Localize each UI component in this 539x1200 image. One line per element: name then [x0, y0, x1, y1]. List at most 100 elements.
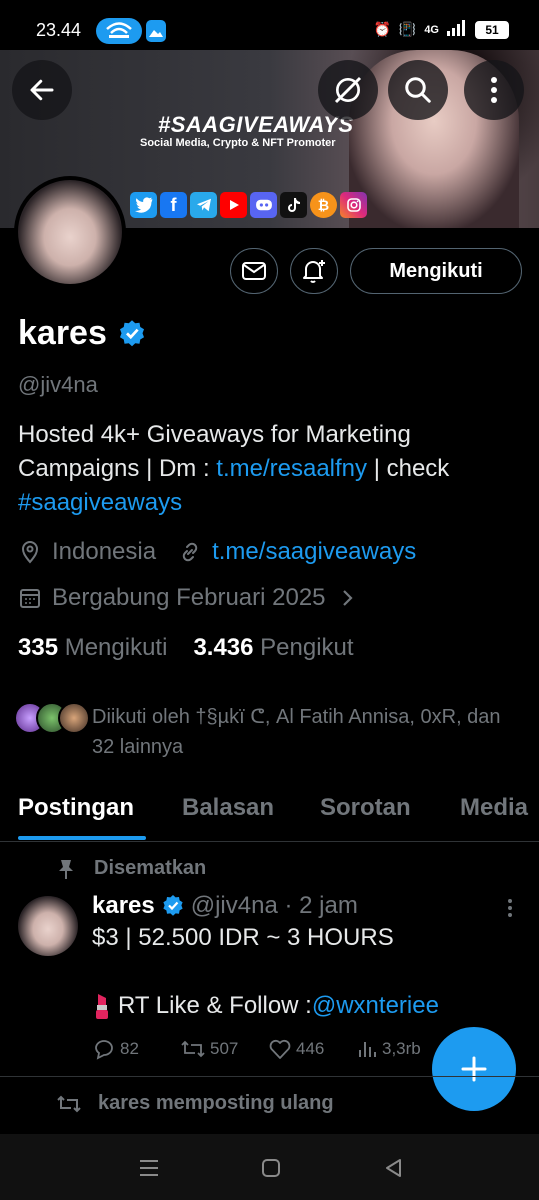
profile-avatar[interactable]	[14, 176, 126, 288]
back-button[interactable]	[12, 60, 72, 120]
arrow-left-icon	[30, 79, 54, 101]
post-divider	[0, 1076, 539, 1077]
followers-count-link[interactable]: 3.436 Pengikut	[193, 634, 353, 662]
bio-hashtag[interactable]: #saagiveaways	[18, 489, 182, 516]
followed-by-text[interactable]: Diikuti oleh †§µkï ᕦ, Al Fatih Annisa, 0…	[92, 702, 512, 762]
status-bar: 23.44 ⏰ 📳 4G 51	[0, 0, 539, 50]
post-text-cta: RT Like & Follow :	[118, 992, 312, 1019]
views-count: 3,3rb	[382, 1039, 421, 1058]
pinned-label-row: Disematkan	[56, 857, 206, 880]
reply-icon	[95, 1040, 113, 1060]
pin-icon	[59, 859, 73, 879]
instagram-icon	[340, 192, 367, 218]
mail-icon	[242, 262, 266, 280]
slash-circle-icon	[334, 76, 362, 104]
signal-icon	[447, 20, 467, 39]
post-text-line1: $3 | 52.500 IDR ~ 3 HOURS	[92, 924, 394, 951]
follow-counts: 335 Mengikuti 3.436 Pengikut	[18, 634, 354, 662]
twitter-icon	[130, 192, 157, 218]
more-button[interactable]	[464, 60, 524, 120]
repost-icon	[181, 1040, 205, 1058]
location-pin-icon	[21, 541, 39, 564]
compose-button[interactable]	[432, 1027, 516, 1111]
tiktok-icon	[280, 192, 307, 218]
chevron-right-icon	[342, 590, 353, 606]
lipstick-icon	[96, 994, 108, 1019]
bio-text-2: | check	[367, 455, 450, 482]
search-icon	[405, 77, 431, 103]
calendar-icon	[20, 589, 40, 608]
facebook-icon: f	[160, 192, 187, 218]
more-vertical-icon	[491, 77, 497, 103]
plus-icon	[461, 1056, 487, 1082]
post-mention-link[interactable]: @wxnteriee	[312, 992, 439, 1020]
tab-media[interactable]: Media	[460, 794, 528, 822]
reply-count: 82	[120, 1039, 139, 1058]
link-icon	[182, 542, 198, 562]
views-button[interactable]: 3,3rb	[356, 1038, 444, 1060]
tab-sorotan[interactable]: Sorotan	[320, 794, 411, 822]
network-label: 4G	[424, 23, 439, 36]
telegram-icon	[190, 192, 217, 218]
like-count: 446	[296, 1039, 325, 1058]
repost-note: kares memposting ulang	[98, 1092, 334, 1114]
verified-badge-icon[interactable]	[117, 319, 147, 349]
profile-location: Indonesia	[52, 538, 157, 565]
repost-note-row: kares memposting ulang	[56, 1092, 334, 1115]
reply-button[interactable]: 82	[92, 1038, 180, 1060]
search-button[interactable]	[388, 60, 448, 120]
banner-subtitle: Social Media, Crypto & NFT Promoter	[140, 137, 336, 149]
notify-button[interactable]	[290, 248, 338, 294]
grok-button[interactable]	[318, 60, 378, 120]
gallery-icon	[146, 20, 166, 42]
avatar-image	[18, 180, 122, 284]
bell-plus-icon	[303, 260, 325, 283]
repost-icon	[57, 1095, 81, 1112]
profile-handle: @jiv4na	[18, 372, 98, 397]
following-count-link[interactable]: 335 Mengikuti	[18, 634, 167, 662]
post-header: kares @jiv4na · 2 jam	[92, 892, 358, 920]
bitcoin-icon: ₿	[310, 192, 337, 218]
vibrate-icon: 📳	[398, 21, 417, 37]
heart-icon	[269, 1039, 291, 1059]
status-time: 23.44	[36, 20, 82, 40]
like-button[interactable]: 446	[268, 1038, 356, 1060]
pinned-label: Disematkan	[94, 857, 207, 879]
profile-bio: Hosted 4k+ Giveaways for Marketing Campa…	[18, 418, 518, 520]
recents-icon[interactable]	[137, 1156, 161, 1180]
profile-name-row: kares	[18, 314, 147, 353]
followers-avatars[interactable]	[14, 702, 90, 734]
back-nav-icon[interactable]	[382, 1156, 406, 1180]
post-author-avatar[interactable]	[18, 896, 78, 956]
post-text-line2: RT Like & Follow : @wxnteriee	[92, 992, 439, 1020]
tab-postingan[interactable]: Postingan	[18, 794, 134, 822]
profile-meta-row: Indonesia t.me/saagiveaways	[18, 538, 416, 566]
home-icon[interactable]	[259, 1156, 283, 1180]
banner-title: #SAAGIVEAWAYS	[158, 112, 354, 137]
profile-name: kares	[18, 314, 107, 352]
repost-count: 507	[210, 1039, 239, 1058]
views-icon	[359, 1042, 376, 1057]
verified-badge-icon	[163, 895, 183, 916]
repost-button[interactable]: 507	[180, 1038, 268, 1060]
message-button[interactable]	[230, 248, 278, 294]
tab-balasan[interactable]: Balasan	[182, 794, 274, 822]
bio-link-telegram[interactable]: t.me/resaalfny	[216, 455, 367, 482]
follower-avatar	[58, 702, 90, 734]
discord-icon	[250, 192, 277, 218]
hotspot-icon	[96, 18, 142, 44]
joined-row[interactable]: Bergabung Februari 2025	[18, 584, 358, 612]
post-handle-time: @jiv4na · 2 jam	[190, 892, 358, 919]
post-author-name[interactable]: kares	[92, 892, 155, 920]
youtube-icon	[220, 192, 247, 218]
profile-joined: Bergabung Februari 2025	[52, 584, 326, 611]
battery-icon: 51	[475, 20, 509, 39]
profile-tabs: Postingan Balasan Sorotan Media	[0, 782, 539, 842]
post-actions: 82 507 446 3,3rb	[92, 1038, 444, 1060]
system-nav-bar	[0, 1134, 539, 1200]
post-more-button[interactable]	[498, 896, 522, 920]
profile-website[interactable]: t.me/saagiveaways	[212, 538, 416, 566]
active-tab-indicator	[18, 836, 146, 840]
following-button[interactable]: Mengikuti	[350, 248, 522, 294]
alarm-icon: ⏰	[373, 21, 391, 37]
